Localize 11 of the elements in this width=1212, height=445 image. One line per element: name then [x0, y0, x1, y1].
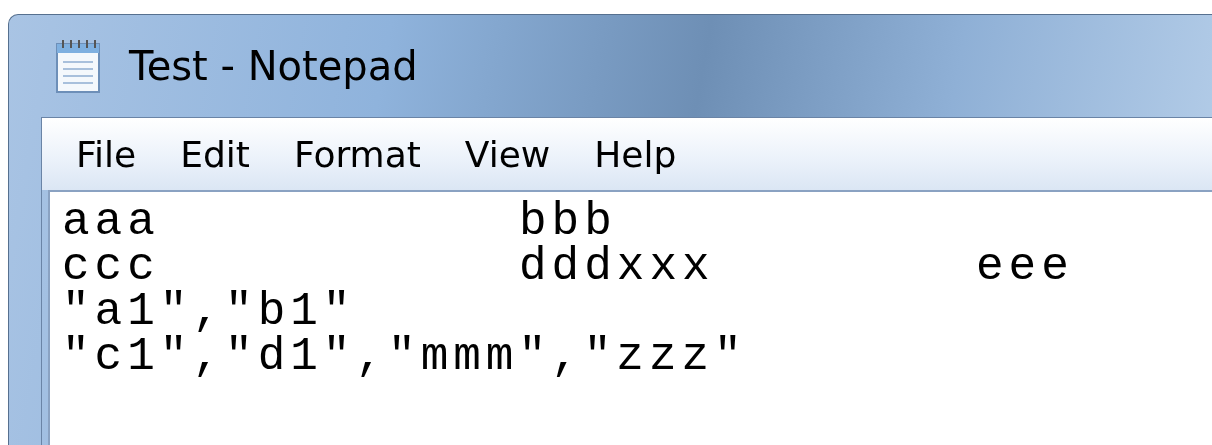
- text-line: "c1","d1","mmm","zzz": [62, 335, 747, 380]
- text-editor[interactable]: aaa bbb ccc dddxxx eee "a1","b1" "c1","d1","mmm","zzz": [48, 190, 1212, 445]
- menu-item[interactable]: Edit: [158, 133, 272, 175]
- menu-item[interactable]: Help: [572, 133, 699, 175]
- menu-item[interactable]: Format: [271, 133, 443, 175]
- menu-item[interactable]: View: [442, 133, 573, 175]
- menu-item[interactable]: File: [54, 133, 159, 175]
- text-line: "a1","b1": [62, 290, 356, 335]
- text-line: ccc dddxxx eee: [62, 245, 1074, 290]
- text-line: aaa bbb: [62, 200, 617, 245]
- window-title: Test - Notepad: [129, 43, 418, 89]
